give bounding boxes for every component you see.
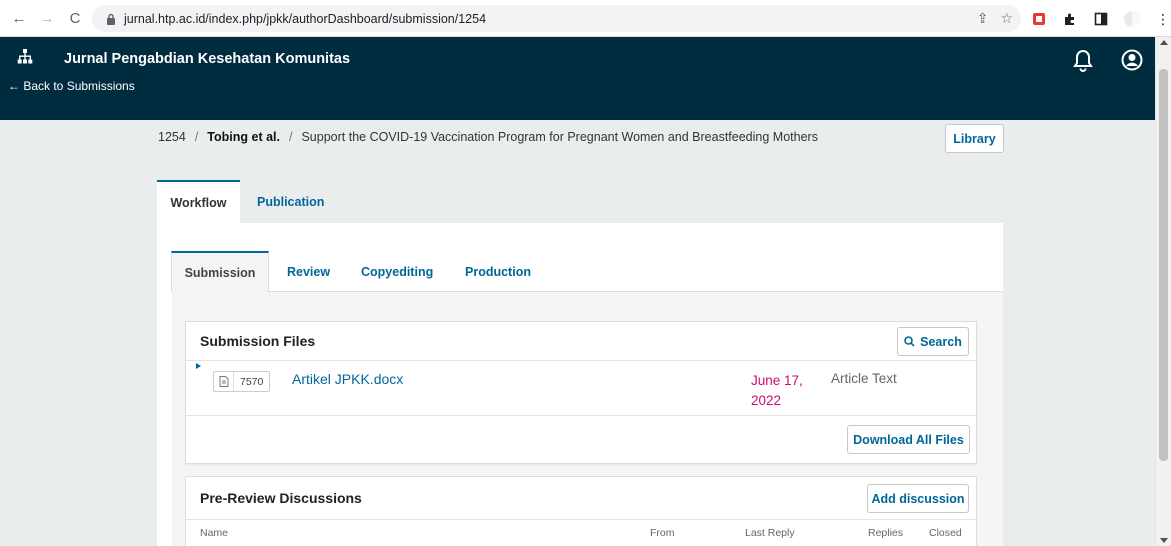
app-header: Jurnal Pengabdian Kesehatan Komunitas ← … [0, 37, 1155, 120]
tab-submission[interactable]: Submission [171, 251, 269, 292]
column-header-closed: Closed [929, 527, 962, 539]
breadcrumb-separator: / [194, 130, 199, 144]
share-icon[interactable]: ⇪ [977, 10, 989, 27]
back-arrow-icon[interactable]: ← [8, 7, 30, 29]
breadcrumb-separator: / [288, 130, 293, 144]
user-account-icon[interactable] [1121, 49, 1143, 71]
tab-production[interactable]: Production [465, 251, 531, 292]
file-date: June 17, 2022 [751, 373, 803, 408]
file-type: Article Text [831, 371, 897, 386]
discussions-title: Pre-Review Discussions [200, 490, 362, 506]
file-id: 7570 [240, 375, 264, 388]
search-button-label: Search [920, 334, 962, 349]
tab-workflow[interactable]: Workflow [157, 180, 240, 224]
card-divider [186, 519, 976, 520]
lock-icon [104, 12, 118, 26]
document-icon [214, 372, 234, 391]
card-divider [186, 360, 976, 361]
address-bar[interactable]: jurnal.htp.ac.id/index.php/jpkk/authorDa… [92, 5, 1021, 32]
pre-review-discussions-card: Pre-Review Discussions Add discussion [185, 476, 977, 546]
search-icon [904, 336, 915, 347]
search-files-button[interactable]: Search [897, 327, 969, 356]
scrollbar-thumb[interactable] [1159, 69, 1168, 461]
site-map-icon[interactable] [17, 49, 33, 65]
browser-menu-icon[interactable]: ⋮ [1154, 10, 1171, 28]
column-header-replies: Replies [868, 527, 904, 539]
bookmark-star-icon[interactable]: ☆ [1000, 10, 1013, 27]
column-header-from: From [650, 527, 675, 539]
tab-review[interactable]: Review [287, 251, 330, 292]
submission-title: Support the COVID-19 Vaccination Program… [301, 130, 818, 144]
file-id-badge: 7570 [213, 371, 271, 392]
column-header-last-reply: Last Reply [745, 527, 795, 539]
submission-breadcrumb: 1254 / Tobing et al. / Support the COVID… [158, 130, 818, 144]
add-discussion-button[interactable]: Add discussion [867, 484, 969, 513]
notification-bell-icon[interactable] [1072, 49, 1094, 73]
expand-row-icon[interactable] [196, 363, 201, 369]
download-all-files-button[interactable]: Download All Files [847, 425, 970, 454]
browser-toolbar: ← → C jurnal.htp.ac.id/index.php/jpkk/au… [0, 0, 1171, 37]
tab-publication[interactable]: Publication [257, 180, 324, 224]
extensions-puzzle-icon[interactable] [1061, 10, 1079, 28]
card-divider [186, 415, 976, 416]
extension-red-icon[interactable] [1030, 10, 1048, 28]
library-button[interactable]: Library [945, 124, 1004, 153]
back-to-submissions-link[interactable]: ← Back to Submissions [8, 79, 135, 93]
scroll-up-arrow-icon[interactable] [1160, 40, 1168, 45]
profile-avatar-icon[interactable] [1123, 10, 1141, 28]
forward-arrow-icon[interactable]: → [36, 7, 58, 29]
scroll-down-arrow-icon[interactable] [1160, 538, 1168, 543]
submission-files-title: Submission Files [200, 333, 316, 349]
column-header-name: Name [200, 527, 229, 539]
reload-icon[interactable]: C [64, 7, 86, 29]
submission-authors: Tobing et al. [207, 130, 280, 144]
submission-id: 1254 [158, 130, 186, 144]
submission-files-card: Submission Files Search Download All Fil… [185, 321, 977, 464]
tab-copyediting[interactable]: Copyediting [361, 251, 433, 292]
file-name-link[interactable]: Artikel JPKK.docx [292, 371, 403, 387]
side-panel-icon[interactable] [1092, 10, 1110, 28]
page-scrollbar[interactable] [1155, 37, 1171, 546]
journal-title[interactable]: Jurnal Pengabdian Kesehatan Komunitas [64, 51, 350, 67]
url-text: jurnal.htp.ac.id/index.php/jpkk/authorDa… [124, 11, 487, 26]
